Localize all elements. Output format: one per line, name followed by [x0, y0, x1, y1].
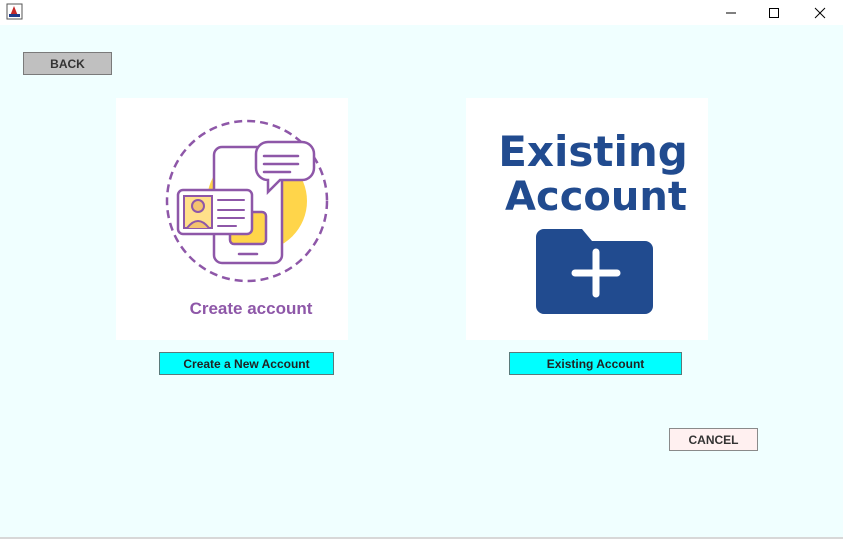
create-account-caption: Create account: [190, 299, 313, 318]
existing-image-line1: Existing: [498, 127, 688, 176]
cancel-button[interactable]: CANCEL: [669, 428, 758, 451]
existing-account-image: Existing Account: [466, 98, 708, 340]
minimize-icon: [725, 7, 737, 19]
existing-image-line2: Account: [505, 174, 687, 220]
maximize-icon: [768, 7, 780, 19]
folder-plus-icon: [536, 229, 653, 314]
java-app-icon: [6, 3, 23, 20]
back-button[interactable]: BACK: [23, 52, 112, 75]
minimize-button[interactable]: [708, 0, 754, 25]
title-bar: [0, 0, 843, 25]
create-new-account-button[interactable]: Create a New Account: [159, 352, 334, 375]
close-icon: [814, 7, 826, 19]
close-button[interactable]: [797, 0, 843, 25]
maximize-button[interactable]: [751, 0, 797, 25]
existing-account-button[interactable]: Existing Account: [509, 352, 682, 375]
create-account-image: Create account: [116, 98, 348, 340]
